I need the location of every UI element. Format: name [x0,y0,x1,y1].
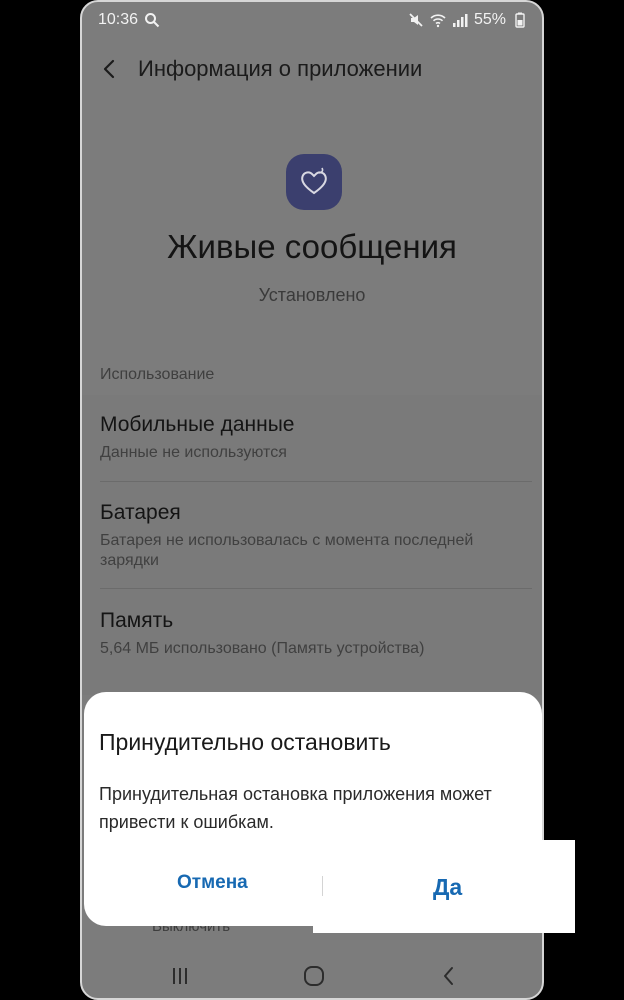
battery-percent: 55% [473,11,506,28]
row-subtitle: 5,64 МБ использовано (Память устройства) [100,640,425,657]
recent-apps-icon[interactable] [168,964,192,988]
signal-icon [452,14,468,27]
confirm-button[interactable]: Да [433,874,462,901]
usage-card: Мобильные данные Данные не используются … [82,395,542,695]
row-subtitle: Батарея не использовалась с момента посл… [100,532,474,569]
app-icon [286,154,342,210]
back-nav-icon[interactable] [437,964,461,988]
search-icon [145,13,160,28]
row-title: Мобильные данные [100,413,295,436]
confirm-button-highlight: Да [313,840,575,933]
cancel-button[interactable]: Отмена [177,872,248,894]
status-bar: 10:36 55% [82,2,542,38]
navigation-bar [82,950,542,998]
status-time: 10:36 [98,11,139,28]
battery-icon [515,12,525,28]
row-subtitle: Данные не используются [100,444,287,461]
dialog-message: Принудительная остановка приложения може… [99,784,492,832]
mute-icon [409,13,423,27]
row-title: Батарея [100,501,181,524]
home-icon[interactable] [302,964,326,988]
divider [100,588,532,589]
app-install-status: Установлено [258,285,366,305]
row-title: Память [100,609,174,632]
page-title: Информация о приложении [138,56,423,81]
heart-icon [301,167,327,195]
app-name: Живые сообщения [167,228,457,265]
wifi-icon [430,14,446,28]
dialog-title: Принудительно остановить [99,729,391,755]
app-bar: Информация о приложении [82,47,542,91]
back-arrow-icon[interactable] [96,55,124,83]
row-battery[interactable]: Батарея Батарея не использовалась с моме… [100,501,532,571]
section-label-usage: Использование [100,366,215,383]
row-storage[interactable]: Память 5,64 МБ использовано (Память устр… [100,609,532,659]
button-separator [322,876,323,896]
row-mobile-data[interactable]: Мобильные данные Данные не используются [100,413,532,463]
divider [100,481,532,482]
